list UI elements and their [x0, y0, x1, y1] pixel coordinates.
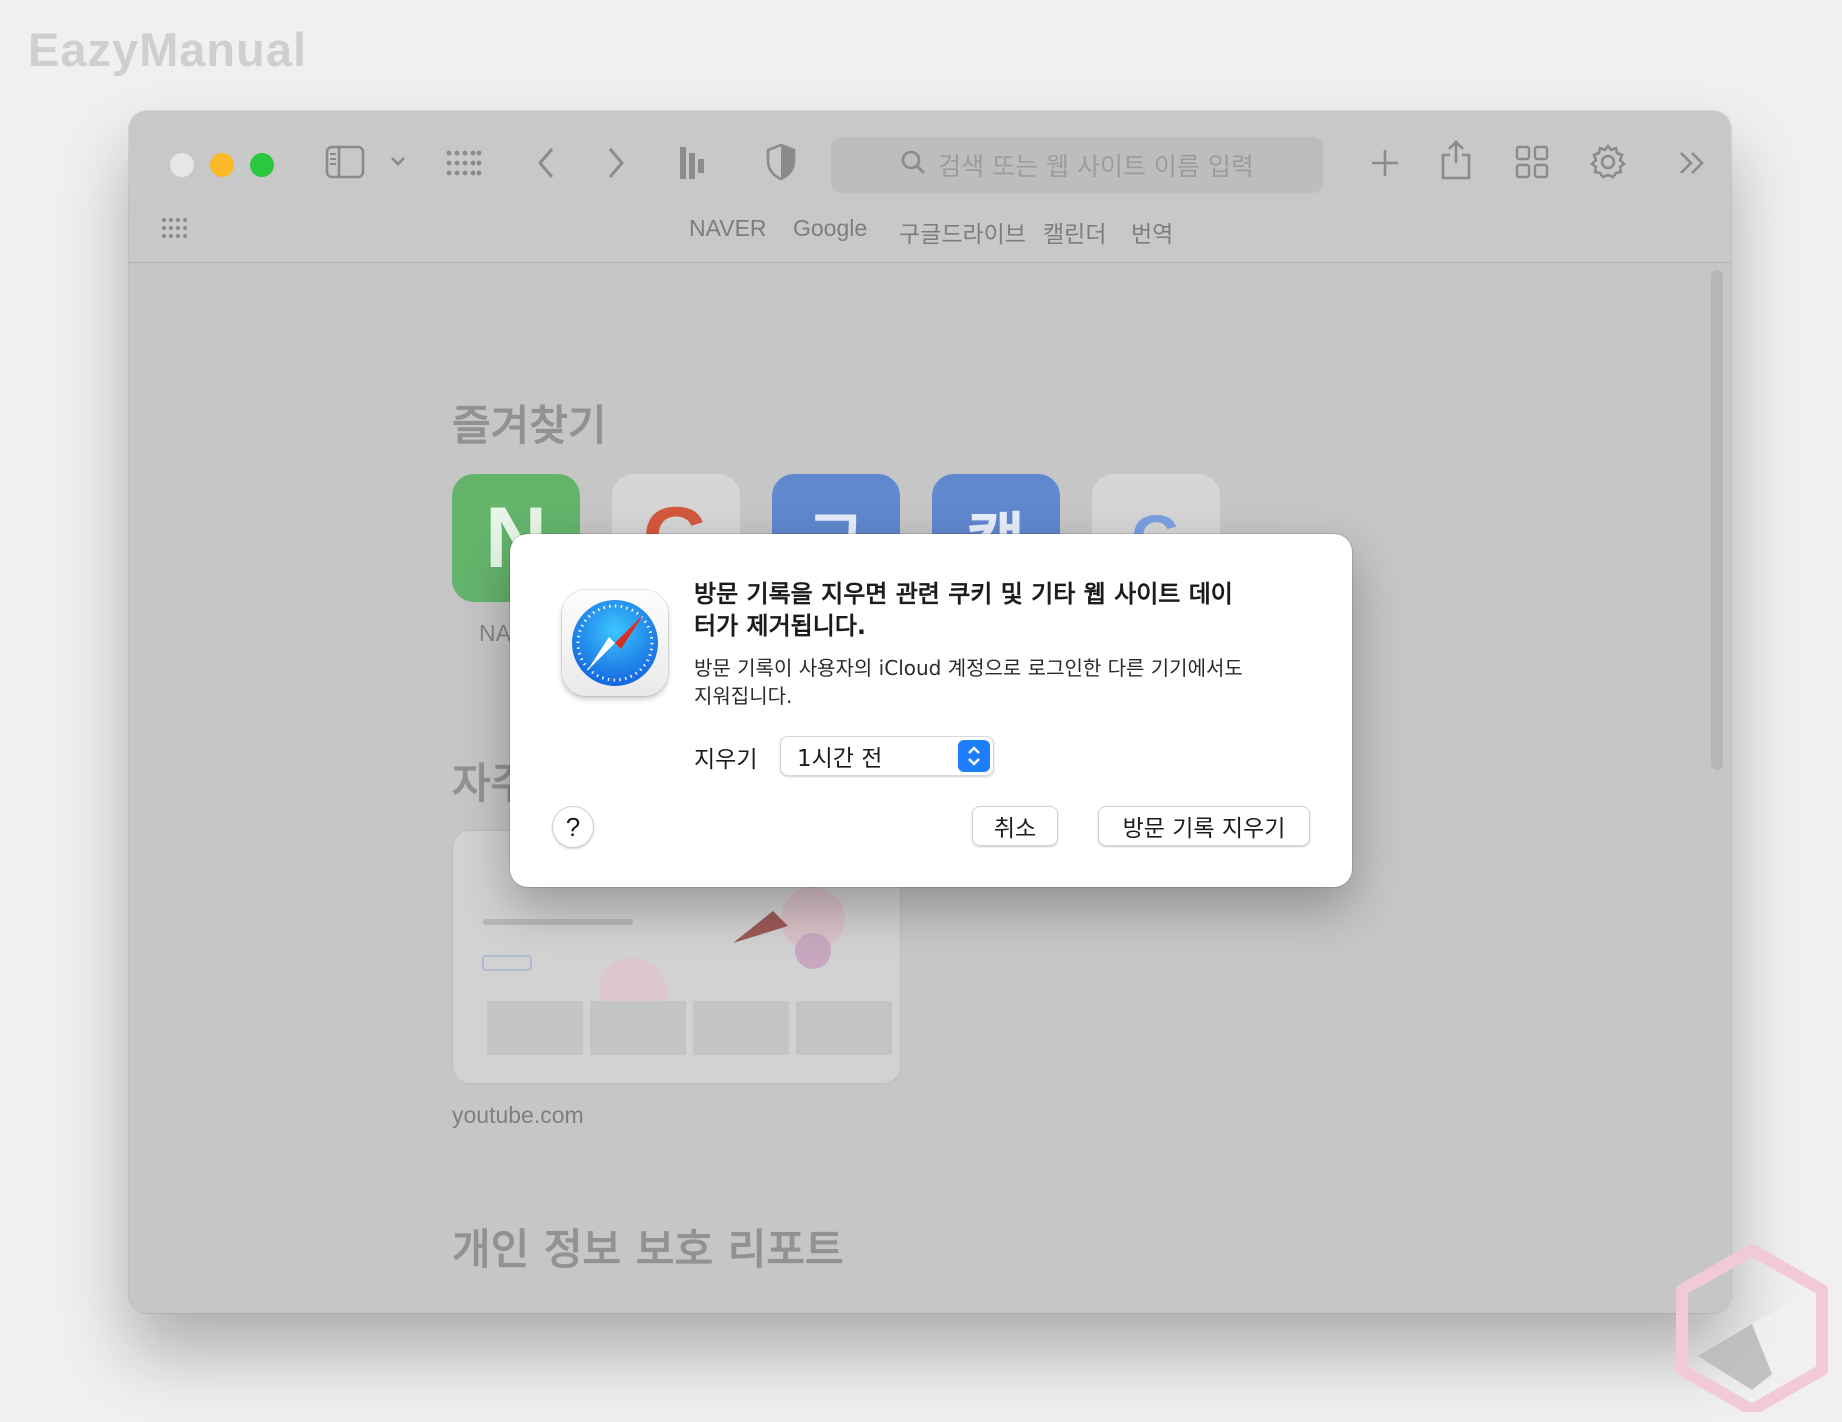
dialog-title: 방문 기록을 지우면 관련 쿠키 및 기타 웹 사이트 데이터가 제거됩니다. — [694, 580, 1233, 640]
address-placeholder: 검색 또는 웹 사이트 이름 입력 — [938, 152, 1254, 181]
favorites-bar-naver[interactable]: NAVER — [689, 215, 767, 242]
favorites-bar-calendar[interactable]: 캘린더 — [1043, 215, 1106, 249]
privacy-report-title: 개인 정보 보호 리포트 — [452, 1225, 844, 1274]
share-icon[interactable] — [1439, 139, 1473, 181]
scrollbar[interactable] — [1711, 270, 1723, 770]
favorite-label-naver: NA — [479, 620, 511, 646]
search-icon — [900, 149, 926, 181]
gear-icon[interactable] — [1589, 143, 1627, 181]
favorites-bar-google[interactable]: Google — [793, 215, 867, 242]
zoom-window-button[interactable] — [250, 153, 274, 177]
watermark-brand: EazyManual — [28, 23, 308, 76]
clear-history-button[interactable]: 방문 기록 지우기 — [1098, 806, 1310, 846]
clear-range-label: 지우기 — [694, 747, 758, 773]
address-bar[interactable]: 검색 또는 웹 사이트 이름 입력 — [831, 137, 1323, 193]
close-window-button[interactable] — [170, 153, 194, 177]
cancel-button[interactable]: 취소 — [972, 806, 1058, 846]
watermark-cube-logo — [1676, 1244, 1828, 1416]
frequent-site-label[interactable]: youtube.com — [452, 1102, 584, 1129]
safari-compass-icon — [562, 590, 668, 696]
forward-arrow-icon[interactable] — [605, 145, 627, 181]
more-toolbar-chevrons-icon[interactable] — [1677, 149, 1707, 177]
favorites-bar-translate[interactable]: 번역 — [1131, 215, 1173, 249]
favorites-section-title: 즐겨찾기 — [452, 401, 607, 450]
tab-groups-grid-icon[interactable] — [445, 149, 483, 177]
dialog-message: 방문 기록이 사용자의 iCloud 계정으로 로그인한 다른 기기에서도 지워… — [694, 656, 1243, 708]
tab-overview-icon[interactable] — [1515, 145, 1549, 179]
new-tab-plus-icon[interactable] — [1369, 147, 1401, 179]
privacy-shield-icon[interactable] — [765, 143, 797, 181]
chevron-down-icon[interactable] — [389, 151, 407, 171]
favorites-bar-google-drive[interactable]: 구글드라이브 — [899, 215, 1026, 249]
minimize-window-button[interactable] — [210, 153, 234, 177]
back-arrow-icon[interactable] — [535, 145, 557, 181]
toolbar: 검색 또는 웹 사이트 이름 입력 NAVER Google 구글드라이브 캘린… — [129, 111, 1731, 263]
bookmarks-grid-icon[interactable] — [161, 217, 189, 239]
clear-range-value: 1시간 전 — [797, 746, 883, 772]
sidebar-toggle-icon[interactable] — [325, 145, 365, 179]
help-button[interactable]: ? — [552, 806, 594, 848]
updown-chevron-icon — [958, 740, 990, 772]
extension-icon[interactable] — [677, 143, 707, 183]
clear-range-select[interactable]: 1시간 전 — [780, 736, 994, 776]
clear-history-dialog: 방문 기록을 지우면 관련 쿠키 및 기타 웹 사이트 데이터가 제거됩니다. … — [510, 534, 1352, 887]
